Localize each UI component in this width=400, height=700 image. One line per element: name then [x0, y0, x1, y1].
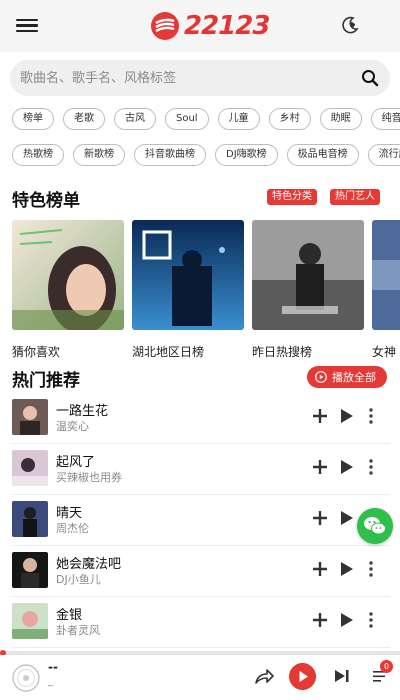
card-label: 猜你喜欢 — [12, 345, 61, 359]
featured-cards: 猜你喜欢 湖北地区日榜 昨日热搜榜 女神 — [12, 220, 400, 360]
card-cover-image — [372, 220, 400, 330]
play-icon[interactable] — [340, 408, 354, 424]
featured-section-title: 特色榜单 — [12, 191, 80, 211]
logo-mark-icon — [151, 12, 179, 40]
style-tags-row: 榜单 老歌 古风 Soul 儿童 乡村 助眠 纯音乐 — [12, 108, 400, 132]
search-bar — [10, 60, 390, 96]
card-cover-image — [252, 220, 364, 330]
more-icon[interactable] — [366, 559, 376, 579]
more-icon[interactable] — [366, 457, 376, 477]
dark-mode-icon[interactable] — [340, 15, 360, 35]
disc-icon[interactable] — [12, 664, 40, 692]
category-tag-button[interactable]: 特色分类 — [267, 189, 317, 205]
song-row[interactable]: 她会魔法吧 DJ小鱼儿 — [0, 546, 400, 597]
search-input[interactable] — [20, 60, 340, 96]
play-icon[interactable] — [340, 561, 354, 577]
song-title: 起风了 — [56, 455, 96, 470]
card-label: 女神 — [372, 345, 397, 359]
chart-chip[interactable]: 极品电音榜 — [286, 144, 359, 166]
add-icon[interactable] — [311, 560, 329, 578]
more-icon[interactable] — [366, 406, 376, 426]
search-icon[interactable] — [360, 68, 380, 88]
song-row[interactable]: 起风了 买辣椒也用券 — [0, 444, 400, 495]
tag-chip[interactable]: 榜单 — [12, 108, 54, 130]
song-artist: 买辣椒也用券 — [56, 471, 122, 484]
artists-tag-button[interactable]: 热门艺人 — [330, 189, 380, 205]
song-cover-image — [12, 501, 48, 537]
add-icon[interactable] — [311, 407, 329, 425]
chart-chip[interactable]: 新歌榜 — [73, 144, 125, 166]
tag-chip[interactable]: 乡村 — [268, 108, 311, 130]
featured-card[interactable]: 女神 — [372, 220, 400, 360]
chart-chip[interactable]: 抖音歌曲榜 — [134, 144, 206, 166]
logo-text: 22123 — [184, 11, 270, 41]
chart-chip[interactable]: 热歌榜 — [12, 144, 64, 166]
queue-count-badge: 0 — [380, 660, 393, 673]
top-bar: 22123 — [0, 0, 400, 52]
song-title: 她会魔法吧 — [56, 557, 122, 572]
tag-chip[interactable]: 助眠 — [319, 108, 362, 130]
song-cover-image — [12, 603, 48, 639]
play-icon[interactable] — [340, 510, 354, 526]
song-list: 一路生花 温奕心 起风了 买辣椒也用券 晴天 周杰伦 她会魔法吧 DJ小鱼儿 金… — [0, 393, 400, 651]
tag-chip[interactable]: 儿童 — [217, 108, 260, 130]
featured-card[interactable]: 昨日热搜榜 — [252, 220, 364, 360]
song-cover-image — [12, 450, 48, 486]
tag-chip[interactable]: 纯音乐 — [370, 108, 400, 130]
add-icon[interactable] — [311, 611, 329, 629]
song-title: 一路生花 — [56, 404, 109, 419]
song-cover-image — [12, 399, 48, 435]
now-playing-artist: _ — [48, 676, 53, 687]
chart-chip[interactable]: 流行趋 — [367, 144, 400, 166]
more-icon[interactable] — [366, 610, 376, 630]
song-cover-image — [12, 552, 48, 588]
song-row[interactable]: 一路生花 温奕心 — [0, 393, 400, 444]
add-icon[interactable] — [311, 458, 329, 476]
card-label: 湖北地区日榜 — [132, 345, 205, 359]
tag-chip[interactable]: 古风 — [114, 108, 156, 130]
now-playing-title: -- — [48, 660, 58, 674]
chart-tags-row: 热歌榜 新歌榜 抖音歌曲榜 DJ嗨歌榜 极品电音榜 流行趋 — [12, 144, 400, 168]
song-row[interactable]: 金银 卦者灵风 — [0, 597, 400, 648]
song-row[interactable]: 晴天 周杰伦 — [0, 495, 400, 546]
featured-card[interactable]: 湖北地区日榜 — [132, 220, 244, 360]
next-track-icon[interactable] — [334, 669, 350, 683]
play-icon[interactable] — [340, 612, 354, 628]
song-artist: DJ小鱼儿 — [56, 573, 101, 586]
play-all-label: 播放全部 — [332, 371, 376, 384]
menu-icon[interactable] — [16, 16, 38, 36]
card-cover-image — [12, 220, 124, 334]
tag-chip[interactable]: 老歌 — [63, 108, 105, 130]
chart-chip[interactable]: DJ嗨歌榜 — [215, 144, 278, 166]
play-all-button[interactable]: 播放全部 — [307, 366, 387, 388]
add-icon[interactable] — [311, 509, 329, 527]
song-title: 晴天 — [56, 506, 83, 521]
song-artist: 温奕心 — [56, 420, 89, 433]
hot-section-title: 热门推荐 — [12, 371, 80, 391]
song-artist: 周杰伦 — [56, 522, 89, 535]
app-logo[interactable]: 22123 — [150, 8, 270, 44]
play-pause-button[interactable] — [289, 663, 316, 690]
card-label: 昨日热搜榜 — [252, 345, 313, 359]
tag-chip[interactable]: Soul — [165, 108, 209, 130]
song-title: 金银 — [56, 608, 83, 623]
featured-card[interactable]: 猜你喜欢 — [12, 220, 124, 360]
row-divider — [12, 647, 390, 648]
play-circle-icon — [315, 371, 327, 383]
wechat-icon[interactable] — [357, 508, 393, 544]
mini-player: -- _ 0 — [0, 655, 400, 700]
share-icon[interactable] — [254, 667, 274, 685]
song-artist: 卦者灵风 — [56, 624, 100, 637]
play-icon[interactable] — [340, 459, 354, 475]
card-cover-image — [132, 220, 244, 330]
